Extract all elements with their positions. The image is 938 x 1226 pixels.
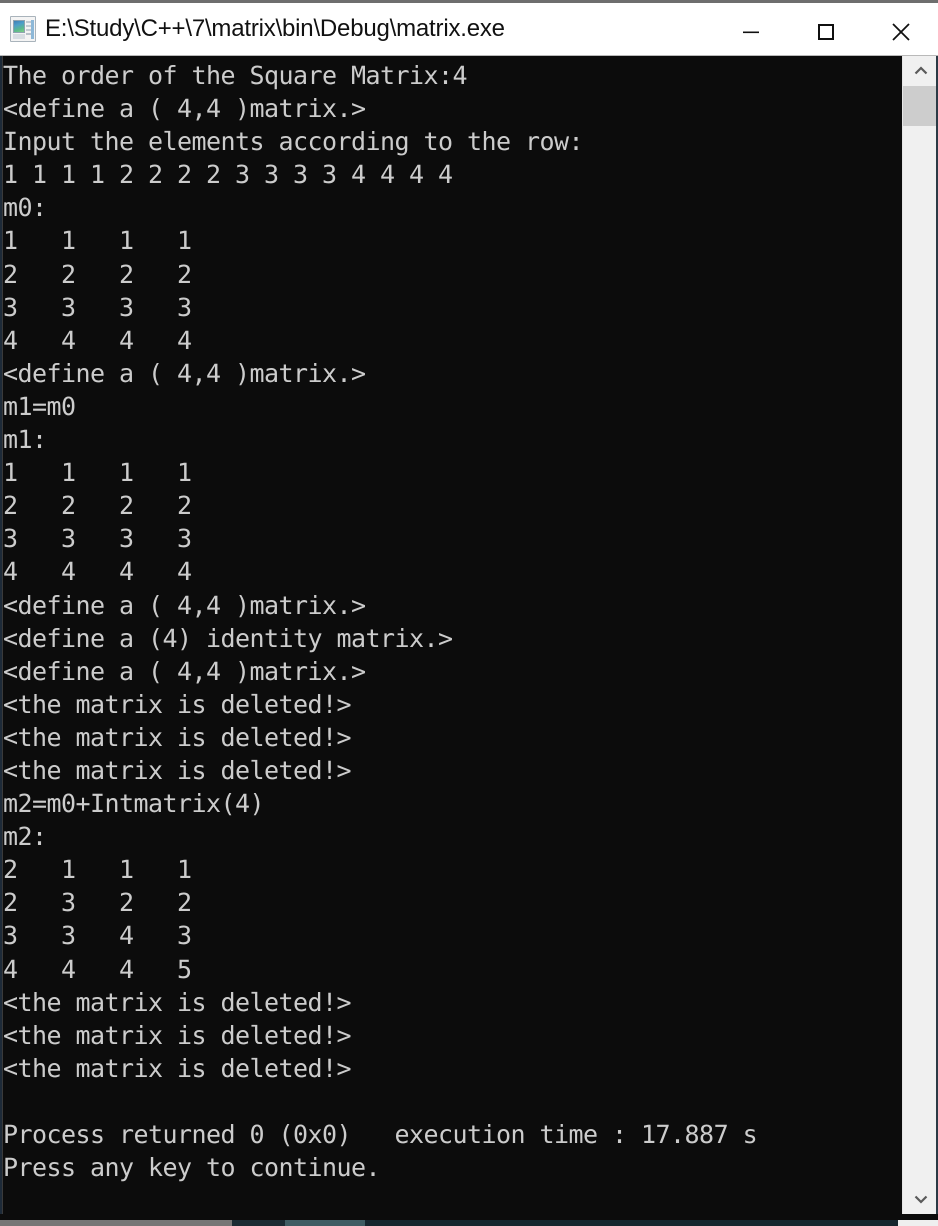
scrollbar-thumb[interactable] xyxy=(903,86,938,126)
console-line: 2 1 1 1 xyxy=(3,855,192,885)
console-line: <the matrix is deleted!> xyxy=(3,987,352,1017)
minimize-icon xyxy=(742,31,759,34)
console-line: 4 4 4 4 xyxy=(3,325,192,355)
console-line: Process returned 0 (0x0) execution time … xyxy=(3,1120,758,1149)
maximize-button[interactable] xyxy=(788,6,863,58)
title-bar[interactable]: E:\Study\C++\7\matrix\bin\Debug\matrix.e… xyxy=(0,0,938,56)
console-line: <the matrix is deleted!> xyxy=(3,689,352,719)
taskbar-segment-white xyxy=(898,1220,938,1226)
chevron-down-icon xyxy=(914,1195,928,1204)
vertical-scrollbar[interactable] xyxy=(902,56,938,1214)
console-line: 2 2 2 2 xyxy=(3,259,192,289)
console-line: <the matrix is deleted!> xyxy=(3,1053,352,1083)
console-line: <the matrix is deleted!> xyxy=(3,1020,352,1050)
window-title: E:\Study\C++\7\matrix\bin\Debug\matrix.e… xyxy=(45,15,505,42)
taskbar-segment-a xyxy=(0,1220,232,1226)
console-line: The order of the Square Matrix:4 xyxy=(3,61,468,90)
desktop-taskbar-sliver xyxy=(0,1220,938,1226)
maximize-icon xyxy=(817,24,834,40)
console-line: <define a (4) identity matrix.> xyxy=(3,623,453,653)
console-window: E:\Study\C++\7\matrix\bin\Debug\matrix.e… xyxy=(0,0,938,1226)
console-line: 1 1 1 1 2 2 2 2 3 3 3 3 4 4 4 4 xyxy=(3,160,453,190)
console-line: 2 3 2 2 xyxy=(3,888,192,918)
console-line: 4 4 4 5 xyxy=(3,954,192,984)
console-line: <the matrix is deleted!> xyxy=(3,722,352,752)
taskbar-segment-b xyxy=(232,1220,285,1226)
console-line: m1=m0 xyxy=(3,391,76,421)
console-line: 1 1 1 1 xyxy=(3,458,192,488)
console-app-icon xyxy=(10,16,36,42)
console-line: <the matrix is deleted!> xyxy=(3,755,352,785)
caption-button-group xyxy=(713,6,938,58)
taskbar-segment-d xyxy=(365,1220,938,1226)
console-line: 1 1 1 1 xyxy=(3,226,192,256)
console-line: <define a ( 4,4 )matrix.> xyxy=(3,656,366,686)
console-text-block: The order of the Square Matrix:4 <define … xyxy=(0,56,900,1214)
console-line: <define a ( 4,4 )matrix.> xyxy=(3,590,366,620)
scroll-down-button[interactable] xyxy=(903,1184,938,1214)
console-line: m2: xyxy=(3,822,47,852)
console-line: m2=m0+Intmatrix(4) xyxy=(3,789,265,819)
console-output-area[interactable]: The order of the Square Matrix:4 <define … xyxy=(0,56,938,1226)
console-line: 2 2 2 2 xyxy=(3,491,192,521)
taskbar-segment-c xyxy=(285,1220,365,1226)
console-line: 3 3 3 3 xyxy=(3,524,192,554)
console-line: <define a ( 4,4 )matrix.> xyxy=(3,94,366,124)
console-line: 4 4 4 4 xyxy=(3,557,192,587)
chevron-up-icon xyxy=(914,66,928,75)
console-line: 3 3 4 3 xyxy=(3,921,192,951)
console-line: Press any key to continue. xyxy=(3,1153,381,1183)
minimize-button[interactable] xyxy=(713,6,788,58)
scroll-up-button[interactable] xyxy=(903,56,938,86)
console-line: m0: xyxy=(3,193,47,223)
console-line: m1: xyxy=(3,425,47,455)
close-button[interactable] xyxy=(863,6,938,58)
console-line: Input the elements according to the row: xyxy=(3,127,584,157)
close-icon xyxy=(891,23,910,41)
console-line: <define a ( 4,4 )matrix.> xyxy=(3,358,366,388)
console-line: 3 3 3 3 xyxy=(3,292,192,322)
